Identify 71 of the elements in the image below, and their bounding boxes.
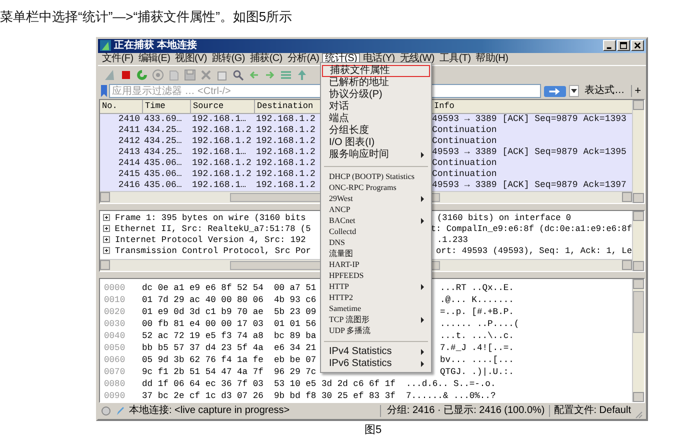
table-cell-text: 2414 [117,158,141,169]
table-cell-text: 192.168.1.2 [255,180,316,191]
table-cell-text: 192.168.1.2 [191,124,252,136]
table-cell-text: 192.168.1.2 [191,168,252,180]
table-cell-text: 2413 [117,146,141,158]
table-cell-text: Continuation [432,124,498,136]
hex-bytes: dc 0e a1 e9 e6 8f 52 54 00 a7 51 [141,282,318,294]
byte-offset: 0030 [103,318,126,330]
byte-offset: 0010 [103,294,126,306]
table-cell-text: 2411 [117,124,141,136]
table-cell-text: 192.168.1… [191,180,248,191]
byte-offset: 0070 [103,366,126,378]
byte-offset: 0080 [103,378,126,390]
hex-bytes: 00 fb 81 e4 00 00 17 03 01 01 56 [141,318,318,330]
table-cell-text: 434.25… [143,146,183,158]
byte-offset: 0090 [103,390,126,402]
table-cell-text: 2412 [117,136,141,147]
table-cell-text: 192.168.1.2 [191,136,252,147]
hex-bytes: 01 e9 0d 3d c1 b9 70 ae 5b 23 09 [141,306,318,318]
table-cell-text: 435.06… [143,180,183,191]
table-cell-text: 434.25… [143,136,183,147]
packet-count: 分组: 2416 · 已显示: 2416 (100.0%) [380,405,545,418]
table-cell-text: 49593 → 3389 [ACK] Seq=9879 Ack=1397 [432,180,628,191]
table-cell-text: Continuation [432,158,498,169]
byte-offset: 0000 [103,282,126,294]
table-cell-text: 49593 → 3389 [ACK] Seq=9879 Ack=1395 [432,146,628,158]
ascii-bytes: ...... ..P....( [440,318,520,330]
ascii-bytes: bv... ....[... [440,354,514,366]
ascii-bytes: ...t. ...\..c. [440,330,514,342]
caption-text: 菜单栏中选择“统计”—>“捕获文件属性”。如图5所示 [0,8,294,26]
table-cell-text: 192.168.1.2 [255,136,316,147]
table-cell-text: 192.168.1.2 [191,158,252,169]
table-cell-text: 192.168.1.2 [255,124,316,136]
table-cell-text: 2410 [117,114,141,125]
table-cell-text: 192.168.1.2 [255,114,316,125]
hex-bytes: 05 9d 3b 62 76 f4 1a fe eb be 07 [141,354,318,366]
table-cell-text: 192.168.1.2 [255,146,316,158]
ascii-bytes: .@... K....... [440,294,514,306]
table-cell-text: 192.168.1… [191,146,248,158]
ascii-bytes: 7......& ...0%..? [406,390,496,402]
ascii-bytes: 7.#_J .4![..=. [440,342,514,354]
table-cell-text: Continuation [432,136,498,147]
hex-bytes: bb b5 57 37 d4 23 5f 4a e6 34 21 [141,342,318,354]
window-title: 正在捕获 本地连接 [114,40,197,52]
byte-offset: 0050 [103,342,126,354]
table-cell-text: 435.06… [143,158,183,169]
table-cell-text: 192.168.1.2 [255,158,316,169]
byte-offset: 0060 [103,354,126,366]
byte-offset: 0020 [103,306,126,318]
table-cell-text: 433.69… [143,114,183,125]
hex-bytes: 01 7d 29 ac 40 00 80 06 4b 93 c6 [141,294,318,306]
table-cell-text: 49593 → 3389 [ACK] Seq=9879 Ack=1393 [432,114,628,125]
hex-bytes: 52 ac 72 19 e5 f3 74 a8 bc 89 ba [141,330,318,342]
hex-bytes: 37 bc 2e cf 1c d3 07 26 9b bd f8 30 25 ef 83 3f [141,390,396,402]
ascii-bytes: ...RT ..Qx..E. [440,282,514,294]
ascii-bytes: ...d.6.. S..=-.o. [406,378,496,390]
table-cell-text: 2415 [117,168,141,180]
table-cell-text: 434.25… [143,124,183,136]
table-cell-text: 435.06… [143,168,183,180]
profile-status: 配置文件: Default [548,405,631,418]
ascii-bytes: QTGJ. .)|.U.:. [440,366,514,378]
table-cell-text: 192.168.1… [191,114,248,125]
table-cell-text: 2416 [117,180,141,191]
table-cell-text: Continuation [432,168,498,180]
capture-status: 本地连接: <live capture in progress> [129,405,290,418]
byte-offset: 0040 [103,330,126,342]
hex-bytes: dd 1f 06 64 ec 36 7f 03 53 10 e5 3d 2d c6 6f 1f [141,378,396,390]
ascii-bytes: =..p. [#.+B.P. [440,306,514,318]
figure-label: 图5 [363,424,383,436]
hex-bytes: 9c f1 2b 51 54 47 4a 7f 96 29 7c [141,366,318,378]
table-cell-text: 192.168.1.2 [255,168,316,180]
